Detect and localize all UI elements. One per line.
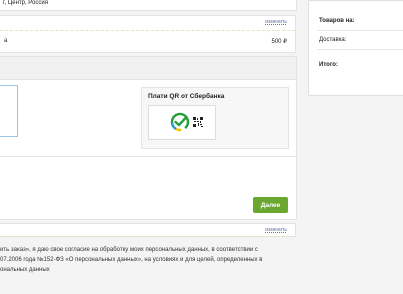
summary-delivery-label: Доставка:	[319, 37, 347, 43]
summary-divider-2	[317, 49, 403, 50]
summary-total-label: Итого:	[319, 62, 338, 68]
payment-option-card[interactable]	[0, 85, 18, 137]
address-text: г, Центр, Россия	[3, 0, 48, 6]
summary-divider-1	[317, 30, 403, 31]
sber-qr-title: Плати QR от Сбербанка	[148, 93, 225, 100]
delivery-price: 500 ₽	[271, 39, 288, 45]
change-delivery-link[interactable]: изменить	[265, 19, 287, 25]
payment-divider	[0, 156, 296, 157]
sber-logo-icon	[170, 112, 190, 132]
summary-items-label: Товаров на:	[319, 18, 355, 24]
next-button[interactable]: Далее	[253, 197, 288, 213]
confirm-panel-bottom	[0, 236, 295, 237]
order-summary: Товаров на: Доставка: Итого:	[308, 0, 403, 96]
consent-line-3: ональных данных	[0, 267, 50, 273]
address-panel: г, Центр, Россия	[0, 0, 297, 11]
payment-header	[0, 57, 296, 80]
delivery-method-label: а	[4, 38, 8, 44]
change-confirm-link[interactable]: изменить	[265, 227, 287, 233]
payment-panel: Плати QR от Сбербанка Далее	[0, 56, 297, 220]
delivery-divider	[0, 30, 295, 31]
consent-line-1: ить заказ», я даю свое согласие на обраб…	[0, 247, 258, 253]
confirm-panel: изменить	[0, 223, 296, 237]
consent-line-2: 07.2006 года №152-ФЗ «О персональных дан…	[0, 257, 263, 263]
sber-qr-badge	[148, 105, 216, 140]
qr-code-icon	[193, 117, 203, 127]
delivery-panel: изменить а 500 ₽	[0, 15, 296, 53]
sber-qr-option[interactable]: Плати QR от Сбербанка	[141, 87, 289, 149]
consent-text: ить заказ», я даю свое согласие на обраб…	[0, 245, 300, 275]
